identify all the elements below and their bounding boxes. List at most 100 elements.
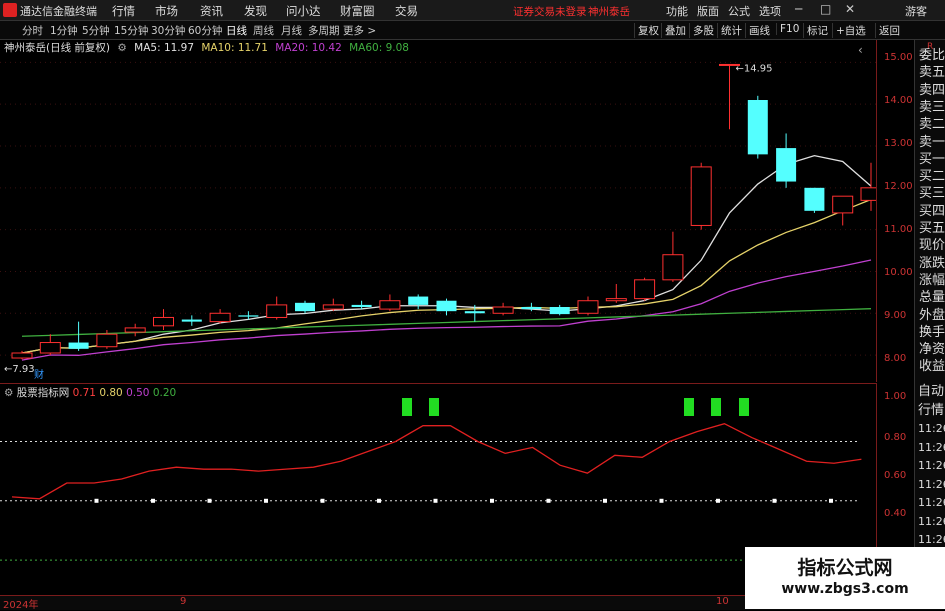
ticker-time-label: 11:26 <box>918 440 945 454</box>
candle-body <box>96 333 118 348</box>
candle-body <box>295 302 315 312</box>
ticker-time-label: 自动 <box>918 384 945 399</box>
price-tick: 10.00 <box>884 267 913 278</box>
settings-icon[interactable]: ⚙ <box>117 42 126 54</box>
indicator-tick: 0.80 <box>884 432 907 443</box>
mark-button[interactable]: 标记 <box>803 23 831 38</box>
period-weekly[interactable]: 周线 <box>253 23 274 38</box>
ticker-time-label: 11:26 <box>918 477 945 491</box>
adjust-button[interactable]: 复权 <box>634 23 662 38</box>
menu-item-news[interactable]: 资讯 <box>200 3 223 19</box>
signal-dot <box>94 498 99 503</box>
quote-label: 卖一 <box>919 134 945 150</box>
price-chart-pane[interactable]: ←14.95 ←7.93 财 <box>0 40 877 382</box>
candle-body <box>322 304 344 310</box>
candle-body <box>436 300 457 312</box>
guest-label[interactable]: 游客 <box>905 3 927 19</box>
pane-collapse-icon[interactable]: ‹ <box>858 43 863 57</box>
ma10-line <box>21 198 872 354</box>
ticker-time-label: 11:26 <box>918 459 945 472</box>
draw-line-button[interactable]: 画线 <box>745 23 773 38</box>
stats-button[interactable]: 统计 <box>717 23 745 38</box>
quote-label: 净资 <box>919 342 945 358</box>
candlestick-chart[interactable]: ←14.95 ←7.93财 <box>0 40 876 382</box>
close-icon[interactable]: ✕ <box>845 2 855 16</box>
menu-item-discover[interactable]: 发现 <box>244 3 267 19</box>
quote-label: 卖五 <box>919 65 945 81</box>
menu-item-layout[interactable]: 版面 <box>697 3 719 19</box>
stock-title: 神州泰岳(日线 前复权) <box>4 42 111 54</box>
login-warning[interactable]: 证券交易未登录 <box>513 4 587 19</box>
back-button[interactable]: 返回 <box>875 23 903 38</box>
signal-dot <box>207 498 212 503</box>
add-watchlist-button[interactable]: +自选 <box>832 23 869 38</box>
price-tick: 15.00 <box>884 52 913 63</box>
month-label-9: 9 <box>180 596 187 607</box>
f10-button[interactable]: F10 <box>776 23 802 35</box>
signal-bar <box>739 398 749 416</box>
maximize-icon[interactable]: □ <box>820 2 831 16</box>
candle-body <box>464 311 485 314</box>
quote-label: 涨跌 <box>919 255 945 271</box>
period-5min[interactable]: 5分钟 <box>82 23 110 38</box>
menu-item-options[interactable]: 选项 <box>759 3 781 19</box>
period-15min[interactable]: 15分钟 <box>114 23 148 38</box>
ticker-time-label: 11:26 <box>918 496 945 509</box>
period-30min[interactable]: 30分钟 <box>151 23 185 38</box>
ma5-line <box>21 154 872 354</box>
candle-body <box>181 319 202 322</box>
period-monthly[interactable]: 月线 <box>281 23 302 38</box>
menu-item-function[interactable]: 功能 <box>666 3 688 19</box>
period-intraday[interactable]: 分时 <box>22 23 43 38</box>
high-annotation: ←14.95 <box>736 63 773 74</box>
quote-label: 现价 <box>919 238 945 254</box>
quote-side-panel: R 委比 卖五 卖四 卖三 卖二 卖一 买一 买二 买三 买四 买五 现价 涨跌 涨幅 总量 外盘 换手 净资 收益… <box>914 40 945 595</box>
ma20-label: MA20: 10.42 <box>275 42 342 54</box>
candle-body <box>209 312 231 323</box>
minimize-icon[interactable]: ─ <box>795 2 802 16</box>
period-multi[interactable]: 多周期 <box>308 23 340 38</box>
quote-label: 换手 <box>919 324 945 340</box>
period-more[interactable]: 更多 > <box>343 23 376 38</box>
menu-item-xiaoda[interactable]: 问小达 <box>286 3 321 19</box>
indicator-name: 股票指标网 <box>16 387 70 399</box>
candle-body <box>68 342 89 349</box>
watermark-url: www.zbgs3.com <box>781 581 909 597</box>
menu-item-quotes[interactable]: 行情 <box>112 3 135 19</box>
menu-bar: 通达信金融终端 行情 市场 资讯 发现 问小达 财富圈 交易 证券交易未登录 神… <box>0 0 945 21</box>
candle-body <box>238 315 259 317</box>
multi-stock-button[interactable]: 多股 <box>689 23 717 38</box>
price-tick: 8.00 <box>884 353 907 364</box>
candle-body <box>492 306 514 314</box>
period-daily[interactable]: 日线 <box>226 23 247 38</box>
candle-body <box>804 187 825 211</box>
signal-dot <box>772 498 777 503</box>
candle-body <box>266 304 288 318</box>
signal-dot <box>603 498 607 503</box>
indicator-settings-icon[interactable]: ⚙ <box>4 387 13 399</box>
candle-body <box>153 316 174 327</box>
menu-item-wealth[interactable]: 财富圈 <box>340 3 375 19</box>
indicator-tick: 1.00 <box>884 391 907 402</box>
menu-item-trade[interactable]: 交易 <box>395 3 418 19</box>
candle-body <box>39 342 61 354</box>
period-60min[interactable]: 60分钟 <box>188 23 222 38</box>
ma5-label: MA5: 11.97 <box>134 42 194 54</box>
overlay-button[interactable]: 叠加 <box>661 23 689 38</box>
indicator-legend: ⚙ 股票指标网 0.71 0.80 0.50 0.20 <box>4 385 176 400</box>
current-stock-name: 神州泰岳 <box>588 6 630 18</box>
month-label-10: 10 <box>716 596 729 607</box>
ma60-label: MA60: 9.08 <box>349 42 409 54</box>
period-1min[interactable]: 1分钟 <box>50 23 78 38</box>
candle-body <box>605 298 627 302</box>
menu-item-formula[interactable]: 公式 <box>728 3 750 19</box>
signal-bar <box>402 398 412 416</box>
menu-item-market[interactable]: 市场 <box>155 3 178 19</box>
watermark-title: 指标公式网 <box>797 557 893 579</box>
indicator-tick: 0.40 <box>884 508 907 519</box>
quote-label: 卖二 <box>919 117 945 133</box>
period-toolbar: 分时 1分钟 5分钟 15分钟 30分钟 60分钟 日线 周线 月线 多周期 更… <box>0 21 945 40</box>
indicator-value-2: 0.80 <box>99 387 123 399</box>
candle-body <box>634 279 656 300</box>
candle-body <box>690 166 712 226</box>
